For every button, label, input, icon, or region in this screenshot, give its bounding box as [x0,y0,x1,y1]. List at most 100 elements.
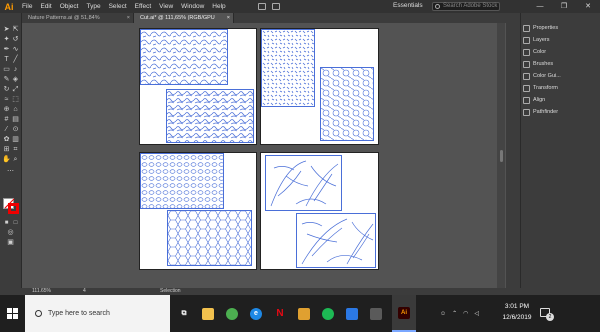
tab-nature-patterns[interactable]: Nature Patterns.ai @ 51,84% (RGB/GPU Pre… [22,13,134,31]
pattern-swatch[interactable] [166,89,254,143]
pattern-swatch[interactable] [140,153,224,209]
artboard-4[interactable] [260,152,379,270]
menu-effect[interactable]: Effect [131,0,156,13]
pattern-swatch[interactable] [320,67,374,141]
folder-button[interactable] [292,295,316,332]
zoom-icon[interactable]: ⌕ [11,156,20,164]
lasso-icon[interactable]: ↺ [11,36,20,44]
edge-button[interactable]: e [244,295,268,332]
menu-view[interactable]: View [155,0,177,13]
minimize-button[interactable]: — [528,0,552,13]
magic-wand-icon[interactable]: ✦ [2,36,11,44]
gradient-icon[interactable]: ▤ [11,116,20,124]
mesh-icon[interactable]: # [2,116,11,124]
artboard-1[interactable] [139,28,257,145]
close-tab-icon[interactable]: × [227,13,230,23]
artboard-number[interactable]: 4 [83,288,86,295]
panel-color[interactable]: Color [523,47,546,57]
pattern-swatch[interactable] [261,29,315,107]
eyedropper-icon[interactable]: ⁄ [2,126,11,134]
panel-properties[interactable]: Properties [523,23,558,33]
clock[interactable]: 3:01 PM 12/6/2019 [497,301,537,323]
current-tool-status[interactable]: Selection [160,288,181,295]
menu-help[interactable]: Help [208,0,229,13]
line-icon[interactable]: ╱ [11,56,20,64]
rotate-icon[interactable]: ↻ [2,86,11,94]
artboard-3[interactable] [139,152,257,270]
pen-icon[interactable]: ✒ [2,46,11,54]
hand-icon[interactable]: ✋ [2,156,11,164]
illustrator-logo: Ai [4,1,14,12]
scale-icon[interactable]: ⤢ [11,86,20,94]
color-mode-icon[interactable]: ■ [2,219,11,227]
task-view-button[interactable]: ⧉ [172,295,196,332]
type-icon[interactable]: T [2,56,11,64]
chrome-button[interactable] [220,295,244,332]
tray-chevron-icon[interactable]: ⌃ [452,310,457,317]
spotify-button[interactable] [316,295,340,332]
taskbar-search-box[interactable]: Type here to search [25,295,170,332]
shape-builder-icon[interactable]: ⊕ [2,106,11,114]
start-button[interactable] [0,295,24,332]
edit-toolbar-icon[interactable]: ⋯ [6,168,15,176]
canvas-workspace[interactable] [22,23,506,288]
artboard-icon[interactable]: ⊞ [2,146,11,154]
paintbrush-icon[interactable]: ♪ [11,66,20,74]
stroke-swatch[interactable] [8,203,19,214]
curvature-icon[interactable]: ∿ [11,46,20,54]
graph-icon[interactable]: ▥ [11,136,20,144]
symbol-sprayer-icon[interactable]: ✿ [2,136,11,144]
pattern-swatch[interactable] [296,213,376,268]
panel-align[interactable]: Align [523,95,545,105]
pattern-swatch[interactable] [167,210,252,266]
screen-mode-icon[interactable]: ▣ [6,239,15,247]
menu-object[interactable]: Object [56,0,83,13]
netflix-button[interactable]: N [268,295,292,332]
search-adobe-stock-input[interactable]: Search Adobe Stock [432,2,500,11]
tab-cut[interactable]: Cut.ai* @ 111,65% (RGB/GPU Preview) × [134,13,234,31]
mail-button[interactable] [340,295,364,332]
slice-icon[interactable]: ⌗ [11,146,20,154]
menu-type[interactable]: Type [82,0,104,13]
select-icon[interactable]: ➤ [2,26,11,34]
scrollbar-thumb[interactable] [500,150,503,162]
draw-mode-icon[interactable]: ◎ [6,229,15,237]
volume-icon[interactable]: ◁ [474,310,479,317]
perspective-icon[interactable]: ⌂ [11,106,20,114]
gradient-mode-icon[interactable]: □ [11,219,20,227]
menu-window[interactable]: Window [177,0,208,13]
panel-label: Layers [533,37,550,43]
store-button[interactable] [364,295,388,332]
close-tab-icon[interactable]: × [127,13,130,23]
panel-pathfinder[interactable]: Pathfinder [523,107,558,117]
menu-file[interactable]: File [18,0,36,13]
file-explorer-button[interactable] [196,295,220,332]
blend-icon[interactable]: ⊙ [11,126,20,134]
free-transform-icon[interactable]: ⬚ [11,96,20,104]
menu-toolbar-icons [257,3,280,10]
color-icon [523,48,530,56]
pattern-swatch[interactable] [140,29,228,85]
close-button[interactable]: ✕ [576,0,600,13]
menu-edit[interactable]: Edit [36,0,55,13]
menu-select[interactable]: Select [105,0,131,13]
maximize-button[interactable]: ❐ [552,0,576,13]
zoom-level[interactable]: 111.65% [32,288,51,295]
people-icon[interactable]: ☺ [440,311,446,317]
pencil-icon[interactable]: ✎ [2,76,11,84]
panel-layers[interactable]: Layers [523,35,550,45]
arrange-documents-icon[interactable] [271,3,280,10]
artboard-2[interactable] [260,28,379,145]
pattern-swatch[interactable] [265,155,342,211]
bridge-icon[interactable] [257,3,266,10]
panel-color-guide[interactable]: Color Gui... [523,71,561,81]
panel-brushes[interactable]: Brushes [523,59,553,69]
panel-transform[interactable]: Transform [523,83,558,93]
width-icon[interactable]: ≈ [2,96,11,104]
wifi-icon[interactable]: ◠ [463,310,468,317]
eraser-icon[interactable]: ◈ [11,76,20,84]
rectangle-icon[interactable]: ▭ [2,66,11,74]
direct-select-icon[interactable]: ⇱ [11,26,20,34]
workspace-switcher[interactable]: Essentials [393,2,423,9]
illustrator-taskbar-button[interactable]: Ai [392,295,416,332]
